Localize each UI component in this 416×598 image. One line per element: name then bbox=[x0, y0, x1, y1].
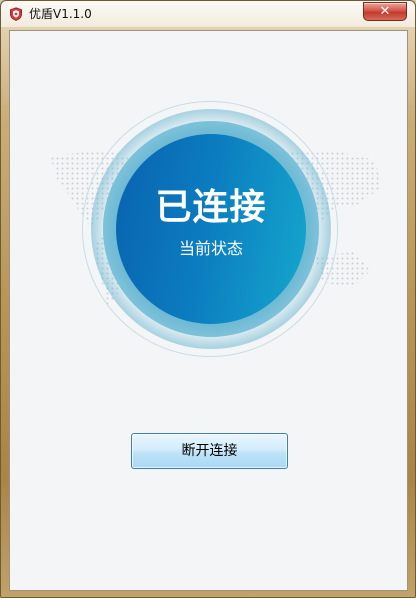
main-panel: 已连接 当前状态 断开连接 bbox=[9, 30, 408, 591]
disconnect-button[interactable]: 断开连接 bbox=[131, 433, 288, 469]
close-button[interactable]: ✕ bbox=[363, 2, 407, 21]
app-window: 优盾V1.1.0 ✕ 已连接 当前状态 断开连接 bbox=[0, 0, 416, 598]
title-bar[interactable]: 优盾V1.1.0 ✕ bbox=[1, 1, 415, 27]
connection-status: 已连接 bbox=[155, 187, 267, 228]
window-title: 优盾V1.1.0 bbox=[29, 7, 92, 21]
shield-icon bbox=[10, 7, 22, 21]
status-caption: 当前状态 bbox=[178, 239, 243, 258]
close-icon: ✕ bbox=[379, 4, 391, 19]
